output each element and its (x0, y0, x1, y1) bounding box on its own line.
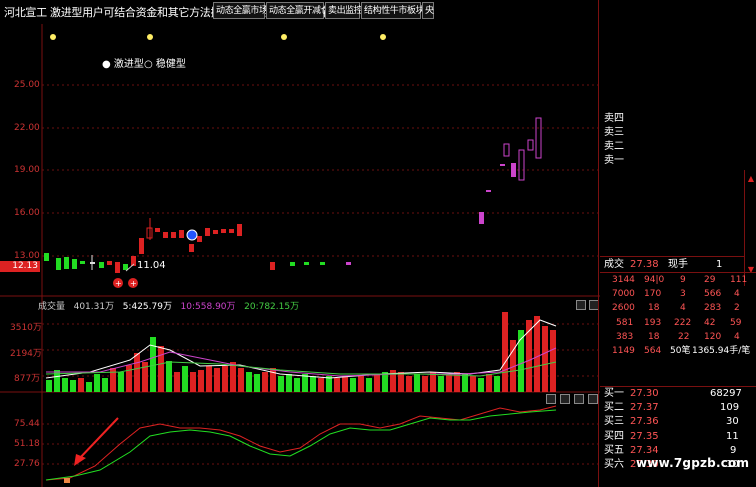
current-price-tag: 12.13 (0, 261, 40, 272)
indicator-close-icon[interactable] (588, 394, 598, 404)
legend-steady: ○ 稳健型 (144, 59, 186, 70)
volume-title: 成交量 401.31万 5:425.79万 10:558.90万 20:782.… (38, 302, 300, 312)
price-y-label: 25.00 (14, 80, 40, 90)
svg-text:+: + (130, 279, 137, 288)
indicator-edit-icon[interactable] (574, 394, 584, 404)
indicator-y-label: 27.76 (14, 459, 40, 469)
volume-y-label: 2194万 (10, 349, 42, 359)
chart-canvas[interactable]: + + (0, 0, 600, 487)
buy-markers: + + (113, 278, 138, 288)
watermark-text: www.7gpzb.com (636, 456, 750, 470)
indicator-y-label: 51.18 (14, 439, 40, 449)
price-y-label: 19.00 (14, 165, 40, 175)
volume-y-label: 877万 (14, 374, 41, 384)
indicator-y-label: 75.44 (14, 419, 40, 429)
price-y-label: 13.00 (14, 251, 40, 261)
price-y-label: 22.00 (14, 123, 40, 133)
signal-markers (50, 34, 386, 40)
volume-panel-settings-icon[interactable] (576, 300, 586, 310)
candles (44, 117, 542, 273)
price-y-label: 16.00 (14, 208, 40, 218)
svg-text:+: + (115, 279, 122, 288)
indicator-settings-icon[interactable] (546, 394, 556, 404)
low-price-label: 11.04 (137, 260, 166, 271)
volume-y-label: 3510万 (10, 323, 42, 333)
indicator-link-icon[interactable] (560, 394, 570, 404)
legend-aggressive: ● 激进型 (102, 59, 144, 70)
